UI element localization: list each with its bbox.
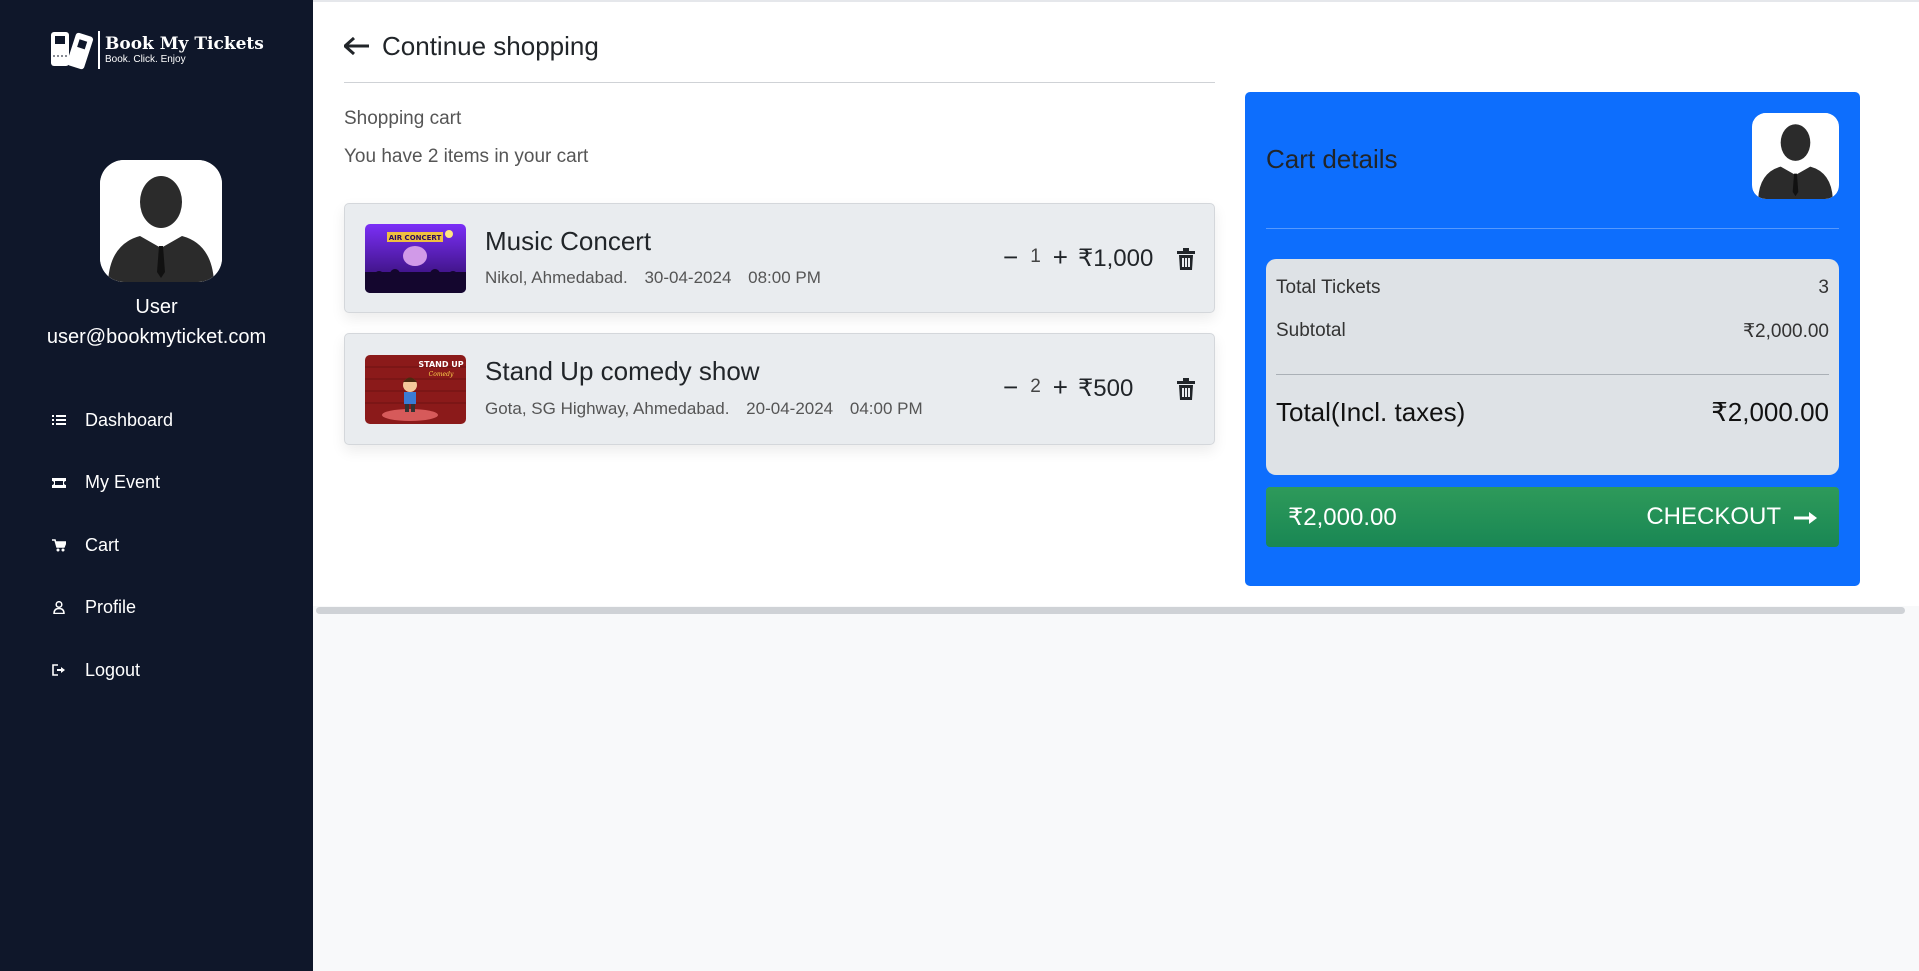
cart-icon bbox=[52, 538, 66, 552]
thumb-text: STAND UP bbox=[418, 360, 463, 369]
event-location: Gota, SG Highway, Ahmedabad. bbox=[485, 399, 730, 418]
user-avatar[interactable] bbox=[100, 160, 222, 282]
cart-item: AIR CONCERT Music Concert Nikol, Ahmedab… bbox=[344, 203, 1215, 313]
trash-icon[interactable] bbox=[1177, 248, 1195, 270]
divider bbox=[344, 82, 1215, 83]
checkout-label: CHECKOUT bbox=[1646, 503, 1781, 530]
sidebar-item-dashboard[interactable]: Dashboard bbox=[52, 389, 173, 452]
divider bbox=[1266, 228, 1839, 229]
event-thumbnail[interactable]: AIR CONCERT bbox=[365, 224, 466, 293]
horizontal-scrollbar[interactable] bbox=[316, 607, 1905, 614]
user-name: User bbox=[135, 296, 178, 318]
cart-item-count: You have 2 items in your cart bbox=[344, 146, 589, 167]
event-title[interactable]: Stand Up comedy show bbox=[485, 356, 760, 387]
logo-divider bbox=[98, 31, 100, 69]
event-date: 20-04-2024 bbox=[746, 399, 834, 418]
sidebar-item-logout[interactable]: Logout bbox=[52, 639, 173, 702]
decrement-button[interactable]: − bbox=[1003, 374, 1018, 400]
thumb-text: AIR CONCERT bbox=[389, 234, 442, 242]
event-time: 08:00 PM bbox=[748, 268, 821, 287]
decrement-button[interactable]: − bbox=[1003, 244, 1018, 270]
event-location: Nikol, Ahmedabad. bbox=[485, 268, 628, 287]
summary-row-total: Total(Incl. taxes) ₹2,000.00 bbox=[1276, 397, 1829, 428]
quantity-stepper: − 2 + bbox=[1003, 374, 1068, 400]
trash-icon[interactable] bbox=[1177, 378, 1195, 400]
quantity-value: 2 bbox=[1030, 376, 1041, 397]
sidebar-nav: Dashboard My Event Cart Profile Logout bbox=[52, 389, 173, 702]
thumb-subtext: Comedy bbox=[429, 371, 454, 378]
sidebar-item-cart[interactable]: Cart bbox=[52, 514, 173, 577]
person-silhouette-icon bbox=[100, 160, 222, 282]
cart-item: STAND UP Comedy Stand Up comedy show Got… bbox=[344, 333, 1215, 445]
event-meta: Nikol, Ahmedabad. 30-04-2024 08:00 PM bbox=[485, 268, 833, 288]
summary-row-total-tickets: Total Tickets 3 bbox=[1276, 277, 1829, 299]
event-title[interactable]: Music Concert bbox=[485, 226, 651, 257]
ticket-logo-icon bbox=[49, 28, 95, 72]
brand-logo[interactable]: Book My Tickets Book. Click. Enjoy bbox=[49, 28, 264, 72]
event-thumbnail[interactable]: STAND UP Comedy bbox=[365, 355, 466, 424]
divider bbox=[1276, 374, 1829, 375]
event-date: 30-04-2024 bbox=[644, 268, 732, 287]
brand-name: Book My Tickets bbox=[105, 34, 264, 54]
summary-label: Total Tickets bbox=[1276, 277, 1381, 298]
order-summary: Total Tickets 3 Subtotal ₹2,000.00 Total… bbox=[1266, 259, 1839, 475]
arrow-right-icon bbox=[1793, 501, 1819, 533]
sidebar-item-label: Profile bbox=[85, 597, 137, 618]
summary-row-subtotal: Subtotal ₹2,000.00 bbox=[1276, 320, 1829, 343]
summary-value: 3 bbox=[1818, 277, 1829, 298]
cart-title: Shopping cart bbox=[344, 108, 462, 129]
checkout-amount: ₹2,000.00 bbox=[1288, 503, 1397, 531]
checkout-button[interactable]: ₹2,000.00 CHECKOUT bbox=[1266, 487, 1839, 547]
user-email: user@bookmyticket.com bbox=[46, 326, 267, 348]
person-silhouette-icon bbox=[1752, 113, 1839, 199]
arrow-left-icon bbox=[342, 30, 370, 62]
brand-tagline: Book. Click. Enjoy bbox=[105, 54, 186, 65]
increment-button[interactable]: + bbox=[1053, 244, 1068, 270]
event-meta: Gota, SG Highway, Ahmedabad. 20-04-2024 … bbox=[485, 399, 935, 419]
summary-value: ₹2,000.00 bbox=[1711, 397, 1829, 427]
quantity-stepper: − 1 + bbox=[1003, 244, 1068, 270]
sidebar-item-label: My Event bbox=[85, 472, 161, 493]
ticket-icon bbox=[52, 476, 66, 490]
person-icon bbox=[52, 601, 66, 615]
cart-details-panel: Cart details Total Tickets 3 Subtotal ₹2… bbox=[1245, 92, 1860, 586]
continue-shopping-link[interactable]: Continue shopping bbox=[342, 30, 599, 62]
sidebar-item-label: Cart bbox=[85, 534, 120, 555]
sidebar-item-label: Dashboard bbox=[85, 409, 174, 430]
sidebar-item-label: Logout bbox=[85, 659, 141, 680]
event-time: 04:00 PM bbox=[849, 399, 923, 418]
summary-value: ₹2,000.00 bbox=[1742, 321, 1829, 342]
continue-shopping-label: Continue shopping bbox=[382, 30, 599, 61]
item-price: ₹500 bbox=[1078, 375, 1134, 402]
quantity-value: 1 bbox=[1030, 246, 1041, 267]
item-price: ₹1,000 bbox=[1078, 245, 1154, 272]
increment-button[interactable]: + bbox=[1053, 374, 1068, 400]
user-avatar bbox=[1752, 113, 1839, 199]
sidebar-item-my-event[interactable]: My Event bbox=[52, 452, 173, 515]
sidebar-item-profile[interactable]: Profile bbox=[52, 577, 173, 640]
cart-details-title: Cart details bbox=[1266, 144, 1398, 174]
list-icon bbox=[52, 413, 66, 427]
summary-label: Subtotal bbox=[1276, 320, 1346, 341]
summary-label: Total(Incl. taxes) bbox=[1276, 397, 1466, 427]
sidebar: Book My Tickets Book. Click. Enjoy User … bbox=[0, 0, 313, 971]
logout-icon bbox=[52, 663, 66, 677]
